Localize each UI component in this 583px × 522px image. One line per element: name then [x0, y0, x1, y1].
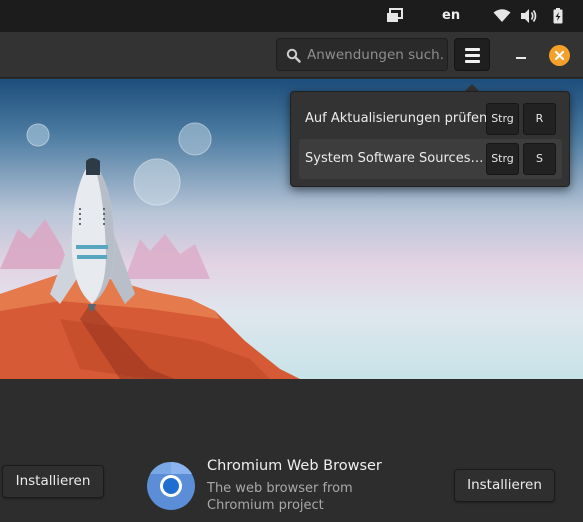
multitasking-icon[interactable] [386, 8, 404, 24]
keyboard-language-indicator[interactable]: en [442, 8, 460, 23]
menu-item-label: System Software Sources… [305, 151, 484, 166]
app-description: The web browser from Chromium project [207, 481, 353, 513]
install-button-right[interactable]: Installieren [454, 469, 555, 502]
system-panel: en [0, 0, 583, 32]
minimize-button[interactable] [511, 44, 531, 64]
minimize-icon [516, 57, 526, 59]
install-button-left[interactable]: Installieren [2, 465, 104, 498]
battery-icon[interactable] [549, 8, 567, 24]
close-button[interactable] [549, 45, 570, 66]
shortcut-key: S [523, 143, 556, 175]
header-bar [0, 32, 583, 78]
menu-item-label: Auf Aktualisierungen prüfen [305, 111, 488, 126]
app-menu-popover: Auf Aktualisierungen prüfen Strg R Syste… [290, 91, 570, 187]
menu-button[interactable] [454, 38, 490, 71]
search-icon [286, 48, 301, 63]
search-input[interactable] [307, 39, 445, 70]
close-icon [554, 50, 565, 61]
wifi-icon[interactable] [493, 8, 511, 24]
chromium-icon [147, 461, 195, 510]
menu-icon [465, 48, 480, 51]
shortcut-key: R [523, 103, 556, 135]
volume-icon[interactable] [520, 8, 538, 24]
menu-item-software-sources[interactable]: System Software Sources… Strg S [299, 139, 562, 179]
search-field[interactable] [276, 38, 448, 71]
menu-item-check-updates[interactable]: Auf Aktualisierungen prüfen Strg R [299, 99, 562, 139]
app-name[interactable]: Chromium Web Browser [207, 458, 382, 474]
shortcut-key: Strg [486, 103, 519, 135]
shortcut-key: Strg [486, 143, 519, 175]
